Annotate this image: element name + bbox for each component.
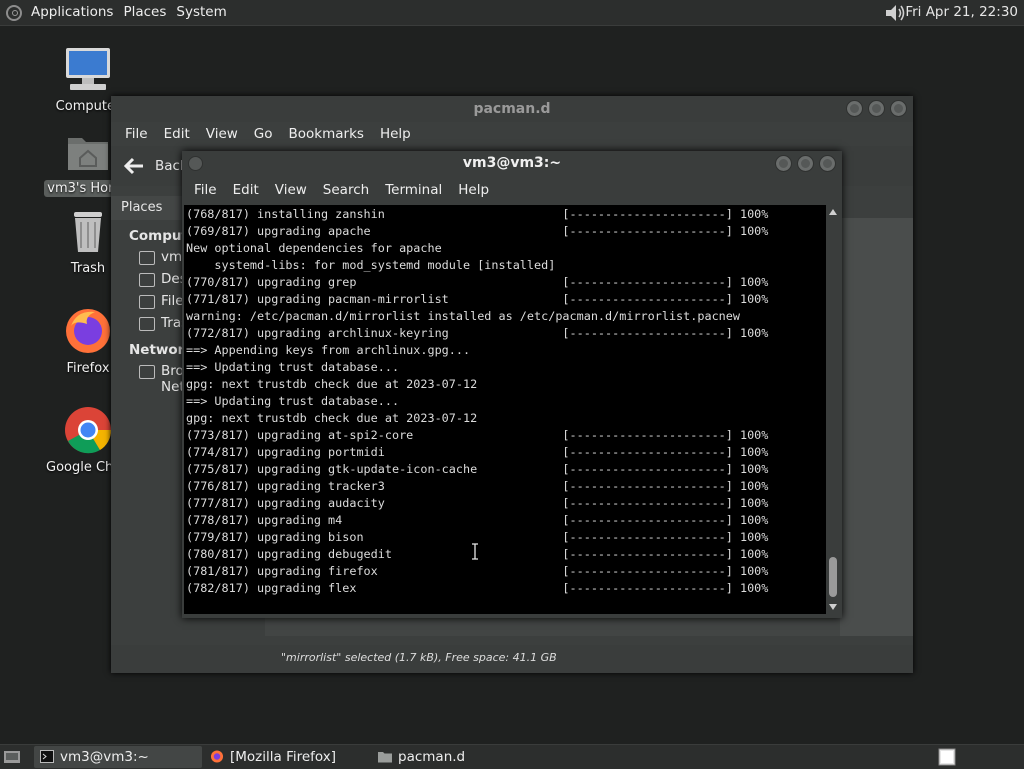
distro-logo-icon[interactable] [6,4,22,21]
network-icon [139,365,155,379]
taskbar-label: vm3@vm3:~ [60,749,149,765]
maximize-button[interactable] [868,100,885,117]
desktop-icon-label: Trash [70,261,106,276]
terminal-line: warning: /etc/pacman.d/mirrorlist instal… [186,309,740,323]
terminal-line: New optional dependencies for apache [186,241,442,255]
clock[interactable]: Fri Apr 21, 22:30 [905,0,1018,25]
scroll-down-arrow-icon[interactable] [829,604,837,610]
menu-applications[interactable]: Applications [26,0,118,25]
status-text: "mirrorlist" selected (1.7 kB), Free spa… [281,651,557,664]
terminal-line: (782/817) upgrading flex [--------------… [186,581,769,595]
terminal-screen[interactable]: (768/817) installing zanshin [----------… [184,205,826,614]
menu-view[interactable]: View [198,126,246,142]
terminal-line: systemd-libs: for mod_systemd module [in… [186,258,556,272]
terminal-line: (770/817) upgrading grep [--------------… [186,275,769,289]
firefox-icon [66,309,110,353]
terminal-line: (780/817) upgrading debugedit [---------… [186,547,769,561]
terminal-line: ==> Appending keys from archlinux.gpg... [186,343,471,357]
terminal-line: (773/817) upgrading at-spi2-core [------… [186,428,769,442]
desktop-icon-label: Firefox [66,361,110,376]
back-button[interactable]: Back [111,157,188,175]
maximize-button[interactable] [797,155,814,172]
terminal-line: (781/817) upgrading firefox [-----------… [186,564,769,578]
show-desktop-icon[interactable] [3,749,21,765]
terminal-line: (769/817) upgrading apache [------------… [186,224,769,238]
menu-help[interactable]: Help [372,126,419,142]
terminal-line: (779/817) upgrading bison [-------------… [186,530,769,544]
menu-system[interactable]: System [171,0,231,25]
home-icon [139,251,155,265]
trash-icon [139,317,155,331]
menu-places[interactable]: Places [118,0,171,25]
terminal-window: vm3@vm3:~ File Edit View Search Terminal… [182,151,842,618]
firefox-icon [210,750,224,763]
terminal-line: (778/817) upgrading m4 [----------------… [186,513,769,527]
desktop-icon [139,273,155,287]
terminal-line: (776/817) upgrading tracker3 [----------… [186,479,769,493]
terminal-line: gpg: next trustdb check due at 2023-07-1… [186,377,478,391]
close-button[interactable] [890,100,907,117]
minimize-button[interactable] [846,100,863,117]
menu-go[interactable]: Go [246,126,281,142]
terminal-line: (775/817) upgrading gtk-update-icon-cach… [186,462,769,476]
text-cursor-icon [472,543,478,560]
taskbar-item-terminal[interactable]: vm3@vm3:~ [34,746,202,768]
terminal-scrollbar[interactable] [826,205,840,614]
back-arrow-icon [123,157,143,175]
terminal-line: (777/817) upgrading audacity [----------… [186,496,769,510]
taskbar-label: pacman.d [398,749,466,765]
volume-icon[interactable] [884,3,906,23]
scrollbar-thumb[interactable] [829,557,837,597]
menu-edit[interactable]: Edit [225,182,267,198]
menu-bar: File Edit View Go Bookmarks Help [111,122,913,146]
menu-file[interactable]: File [117,126,156,142]
menu-terminal[interactable]: Terminal [377,182,450,198]
computer-icon [66,48,110,90]
terminal-icon [40,750,54,763]
minimize-button[interactable] [775,155,792,172]
terminal-line: (771/817) upgrading pacman-mirrorlist [-… [186,292,769,306]
close-button[interactable] [819,155,836,172]
trash-icon [74,212,102,252]
chrome-icon [65,407,112,454]
top-panel: Applications Places System Fri Apr 21, 2… [0,0,1024,26]
terminal-line: ==> Updating trust database... [186,360,400,374]
terminal-line: ==> Updating trust database... [186,394,400,408]
menu-view[interactable]: View [267,182,315,198]
taskbar-item-pacman-d[interactable]: pacman.d [372,746,538,768]
menu-edit[interactable]: Edit [156,126,198,142]
status-bar: "mirrorlist" selected (1.7 kB), Free spa… [111,645,913,673]
menu-search[interactable]: Search [315,182,377,198]
menu-help[interactable]: Help [450,182,497,198]
taskbar-item-firefox[interactable]: [Mozilla Firefox] [204,746,370,768]
menu-bar: File Edit View Search Terminal Help [182,175,842,205]
window-title[interactable]: pacman.d [111,96,913,122]
menu-bookmarks[interactable]: Bookmarks [281,126,372,142]
drive-icon [139,295,155,309]
terminal-line: (768/817) installing zanshin [----------… [186,207,769,221]
menu-file[interactable]: File [186,182,225,198]
window-title[interactable]: vm3@vm3:~ [182,151,842,175]
window-menu-button[interactable] [188,156,203,171]
terminal-line: gpg: next trustdb check due at 2023-07-1… [186,411,478,425]
folder-icon [378,752,392,763]
taskbar-label: [Mozilla Firefox] [230,749,337,765]
scroll-up-arrow-icon[interactable] [829,209,837,215]
workspace-switcher-icon[interactable] [938,748,956,766]
terminal-line: (772/817) upgrading archlinux-keyring [-… [186,326,769,340]
home-folder-icon [68,138,108,170]
file-view-column [840,218,913,636]
terminal-line: (774/817) upgrading portmidi [----------… [186,445,769,459]
terminal-output: (768/817) installing zanshin [----------… [184,205,826,597]
bottom-panel: vm3@vm3:~ [Mozilla Firefox] pacman.d [0,744,1024,769]
